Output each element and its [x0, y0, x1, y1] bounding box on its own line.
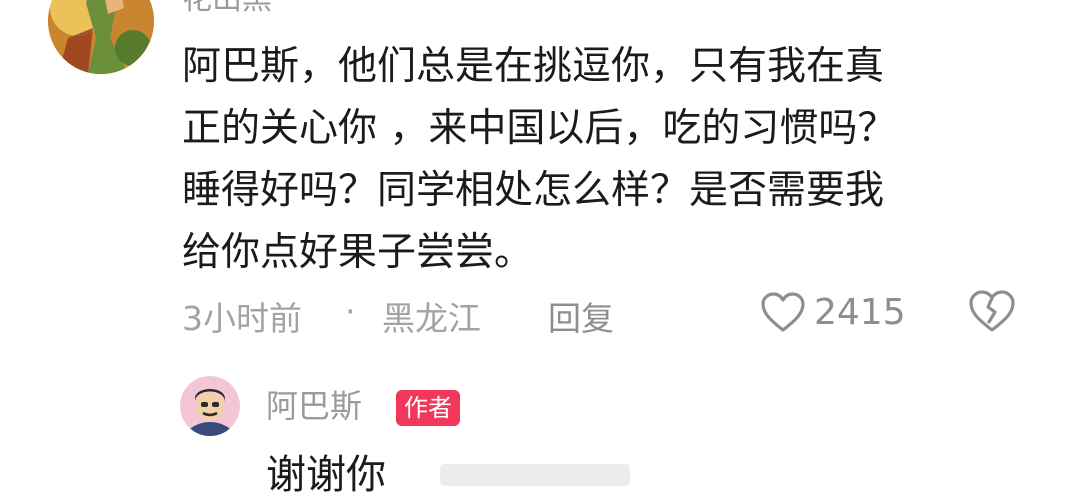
heart-outline-icon: [761, 292, 805, 332]
author-badge: 作者: [396, 390, 460, 426]
reply-body: 谢谢你: [266, 452, 386, 498]
author-avatar[interactable]: [180, 376, 240, 436]
author-avatar-image: [180, 376, 240, 436]
commenter-avatar-image: [48, 0, 154, 74]
watermark-graphic: [440, 464, 630, 486]
comment-timestamp: 3小时前: [182, 299, 302, 338]
comment-body: 阿巴斯，他们总是在挑逗你，只有我在真 正的关心你 ，来中国以后，吃的习惯吗？ 睡…: [182, 36, 1042, 284]
like-count: 2415: [814, 291, 906, 333]
dislike-button[interactable]: [968, 289, 1016, 341]
comment-meta-row: 3小时前 · 黑龙江 回复 2415: [182, 286, 1032, 338]
reply-button[interactable]: 回复: [548, 292, 614, 340]
comment-line: 给你点好果子尝尝。: [182, 230, 534, 275]
author-username[interactable]: 阿巴斯: [266, 385, 362, 427]
comment-line: 正的关心你 ，来中国以后，吃的习惯吗？: [182, 106, 897, 151]
comment-location: 黑龙江: [382, 299, 481, 338]
broken-heart-icon: [969, 290, 1015, 332]
like-button[interactable]: 2415: [760, 286, 906, 338]
meta-separator: ·: [345, 292, 356, 331]
comment-line: 睡得好吗？同学相处怎么样？是否需要我: [182, 168, 885, 213]
comment-line: 阿巴斯，他们总是在挑逗你，只有我在真: [182, 44, 885, 89]
commenter-username[interactable]: 花山黑: [182, 0, 272, 20]
commenter-avatar[interactable]: [48, 0, 154, 74]
comment-thread: 花山黑 阿巴斯，他们总是在挑逗你，只有我在真 正的关心你 ，来中国以后，吃的习惯…: [0, 0, 1080, 500]
